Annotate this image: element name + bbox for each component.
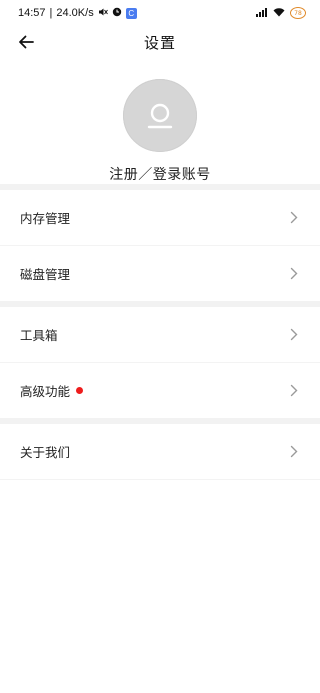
chevron-right-icon <box>288 328 300 342</box>
chevron-right-icon <box>288 267 300 281</box>
avatar[interactable] <box>123 79 197 152</box>
status-time: 14:57 <box>18 7 46 19</box>
new-badge-dot <box>76 387 84 394</box>
menu-group-3: 关于我们 <box>0 424 320 479</box>
status-right: 78 <box>255 7 306 20</box>
status-bar: 14:57 | 24.0K/s C 78 <box>0 0 320 26</box>
menu-item-memory-management[interactable]: 内存管理 <box>0 190 320 246</box>
list-end-divider <box>0 479 320 480</box>
chevron-right-icon <box>288 384 300 398</box>
wifi-icon <box>273 7 285 20</box>
menu-item-label: 关于我们 <box>20 445 71 460</box>
menu-item-label: 工具箱 <box>20 328 58 343</box>
menu-item-about-us[interactable]: 关于我们 <box>0 424 320 479</box>
menu-item-toolbox[interactable]: 工具箱 <box>0 307 320 363</box>
app-notification-icon: C <box>125 7 137 19</box>
signal-icon <box>255 7 268 20</box>
battery-icon: 78 <box>290 7 306 19</box>
menu-group-2: 工具箱 高级功能 <box>0 307 320 418</box>
menu-item-label-wrap: 高级功能 <box>20 381 84 400</box>
login-register-link[interactable]: 注册／登录账号 <box>109 164 211 184</box>
network-speed: 24.0K/s <box>56 7 94 19</box>
menu-item-advanced-features[interactable]: 高级功能 <box>0 363 320 418</box>
chevron-right-icon <box>288 445 300 459</box>
menu-item-disk-management[interactable]: 磁盘管理 <box>0 246 320 301</box>
status-left: 14:57 | 24.0K/s C <box>18 7 137 20</box>
chevron-right-icon <box>288 211 300 225</box>
page-title: 设置 <box>143 33 176 52</box>
nav-bar: 设置 <box>0 26 320 58</box>
menu-item-label: 磁盘管理 <box>20 267 71 282</box>
profile-section: 注册／登录账号 <box>0 58 320 184</box>
menu-item-label: 内存管理 <box>20 211 71 226</box>
clock-icon <box>112 7 122 20</box>
mute-icon <box>98 7 108 20</box>
arrow-left-icon <box>19 35 34 49</box>
status-separator: | <box>49 7 53 19</box>
menu-item-label: 高级功能 <box>20 384 71 399</box>
back-button[interactable] <box>14 30 38 54</box>
user-placeholder-icon <box>147 103 173 128</box>
menu-group-1: 内存管理 磁盘管理 <box>0 190 320 301</box>
